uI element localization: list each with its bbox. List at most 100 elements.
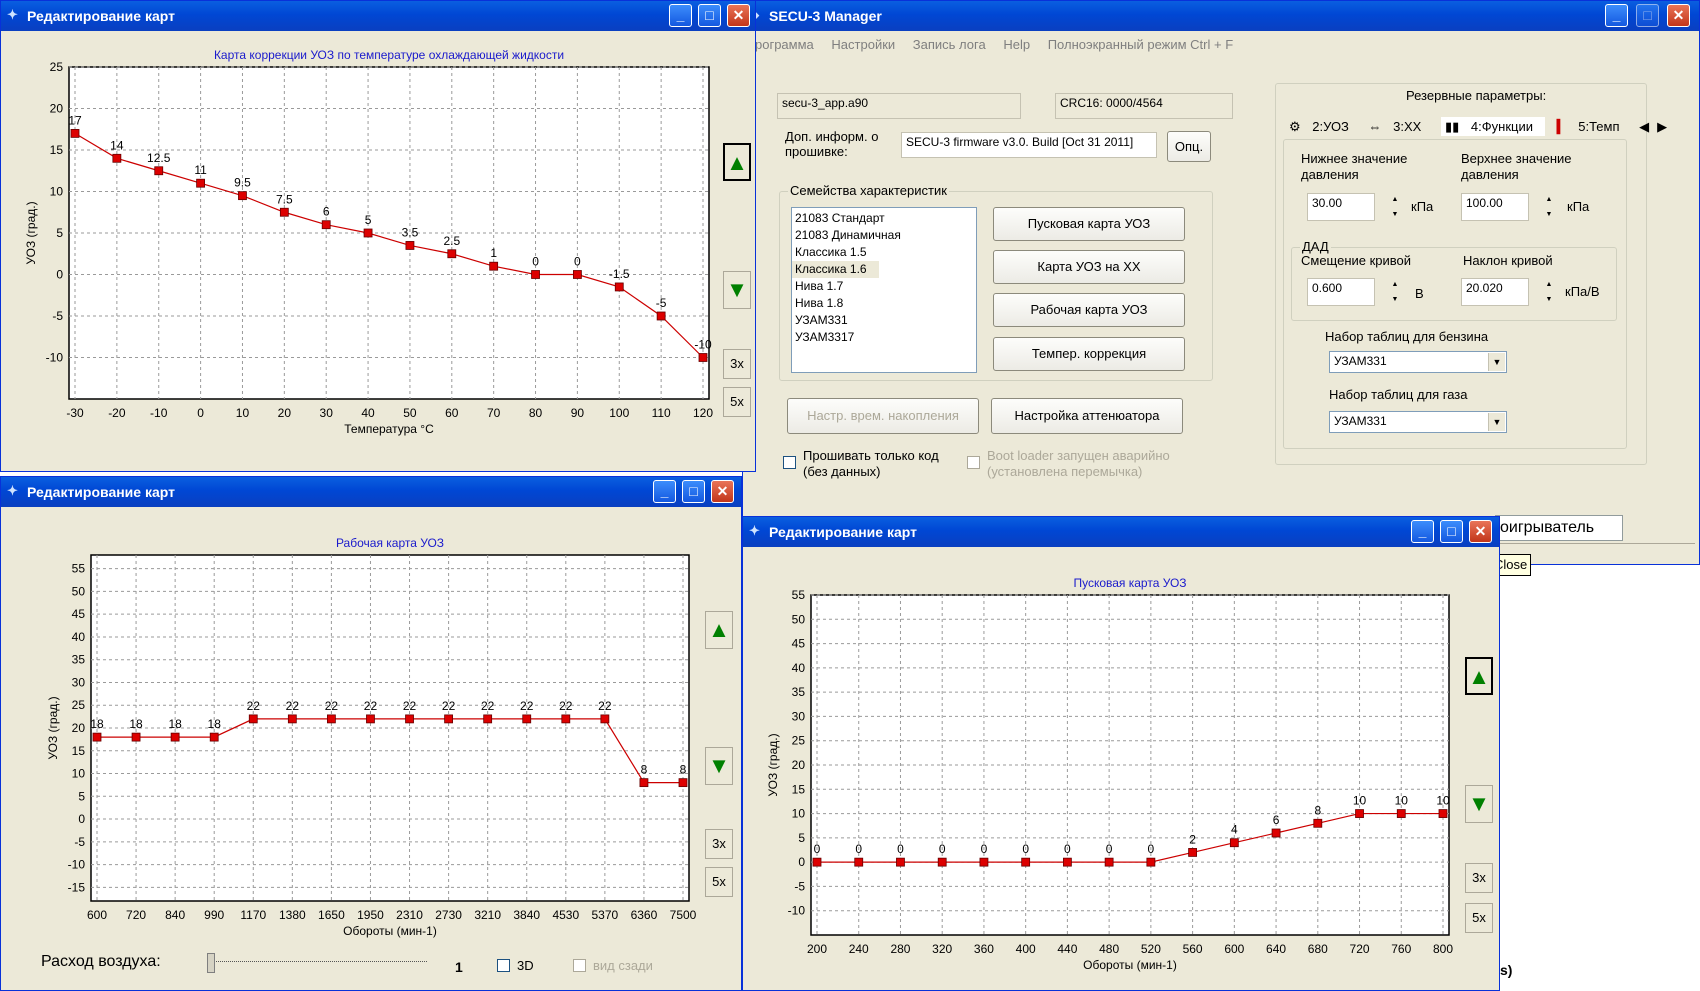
temp-correction-button[interactable]: Темпер. коррекция [993, 337, 1185, 371]
editor-title-bar[interactable]: ✦ Редактирование карт _ □ ✕ [743, 517, 1499, 547]
tab-temperature[interactable]: ▍ 5:Темп [1557, 119, 1628, 134]
curve-slope-input[interactable]: 20.020 [1461, 278, 1529, 306]
dropdown-arrow-icon[interactable]: ▼ [1488, 413, 1505, 431]
dropdown-arrow-icon[interactable]: ▼ [1488, 353, 1505, 371]
flash-code-only-checkbox[interactable] [783, 456, 796, 469]
rear-view-label: вид сзади [593, 958, 653, 973]
petrol-tables-select[interactable]: УЗАМ331 ▼ [1329, 351, 1507, 373]
temp-correction-chart[interactable]: Карта коррекции УОЗ по температуре охлаж… [7, 45, 723, 457]
decrease-button[interactable]: ▼ [1465, 785, 1493, 823]
spin-up-icon[interactable]: ▲ [1385, 192, 1405, 207]
start-map-button[interactable]: Пусковая карта УОЗ [993, 207, 1185, 241]
lower-pressure-spin[interactable]: ▲ ▼ [1385, 192, 1405, 222]
idle-map-button[interactable]: Карта УОЗ на ХХ [993, 250, 1185, 284]
menu-program[interactable]: рограмма [755, 37, 814, 52]
close-button[interactable]: ✕ [1667, 4, 1690, 27]
editor-title-bar[interactable]: ✦ Редактирование карт _ □ ✕ [1, 1, 755, 31]
menu-bar: рограмма Настройки Запись лога Help Полн… [755, 37, 1247, 52]
slider-thumb[interactable] [207, 953, 215, 973]
bootloader-checkbox[interactable] [967, 456, 980, 469]
spin-down-icon[interactable]: ▼ [1385, 292, 1405, 307]
upper-pressure-spin[interactable]: ▲ ▼ [1539, 192, 1559, 222]
close-button[interactable]: ✕ [727, 4, 750, 27]
work-map-button[interactable]: Рабочая карта УОЗ [993, 293, 1185, 327]
data-point [1021, 857, 1031, 867]
spin-up-icon[interactable]: ▲ [1539, 192, 1559, 207]
tab-functions[interactable]: ▮▮ 4:Функции [1440, 117, 1545, 136]
tab-idle[interactable]: ⇔ 3:ХХ [1369, 119, 1430, 134]
tab-ignition[interactable]: ⚙ 2:УОЗ [1289, 119, 1357, 134]
family-item[interactable]: Нива 1.7 [792, 278, 976, 295]
maximize-button[interactable]: □ [1636, 4, 1659, 27]
player-tab[interactable]: оигрыватель [1495, 515, 1623, 541]
close-button[interactable]: ✕ [1469, 520, 1492, 543]
firmware-info-field[interactable]: SECU-3 firmware v3.0. Build [Oct 31 2011… [901, 132, 1157, 158]
spin-up-icon[interactable]: ▲ [1385, 277, 1405, 292]
family-item[interactable]: УЗАМ331 [792, 312, 976, 329]
family-item-selected[interactable]: Классика 1.6 [792, 261, 879, 278]
lower-pressure-input[interactable]: 30.00 [1307, 193, 1375, 221]
menu-log[interactable]: Запись лога [913, 37, 986, 52]
multiply-3x-button[interactable]: 3x [1465, 863, 1493, 893]
family-item[interactable]: Классика 1.5 [792, 244, 976, 261]
families-list[interactable]: 21083 Стандарт 21083 Динамичная Классика… [791, 207, 977, 373]
maximize-button[interactable]: □ [1440, 520, 1463, 543]
family-item[interactable]: 21083 Динамичная [792, 227, 976, 244]
chart-area[interactable]: Рабочая карта УОЗ 55 50 45 40 35 30 25 20 15 10 5 0-… [7, 521, 703, 941]
gas-tables-select[interactable]: УЗАМ331 ▼ [1329, 411, 1507, 433]
secu-title-bar[interactable]: ◆ SECU-3 Manager _ □ ✕ [743, 1, 1699, 31]
menu-settings[interactable]: Настройки [831, 37, 895, 52]
family-item[interactable]: 21083 Стандарт [792, 210, 976, 227]
air-flow-slider[interactable] [207, 951, 427, 977]
x-tick-label: 20 [278, 406, 292, 420]
multiply-3x-button[interactable]: 3x [705, 829, 733, 859]
editor-title-bar[interactable]: ✦ Редактирование карт _ □ ✕ [1, 477, 741, 507]
tab-scroll-left-icon[interactable]: ◀ [1639, 119, 1649, 134]
spin-up-icon[interactable]: ▲ [1539, 277, 1559, 292]
curve-offset-spin[interactable]: ▲ ▼ [1385, 277, 1405, 307]
multiply-3x-button[interactable]: 3x [723, 349, 751, 379]
family-item[interactable]: УЗАМ3317 [792, 329, 976, 346]
view-3d-checkbox[interactable] [497, 959, 510, 972]
minimize-button[interactable]: _ [1411, 520, 1434, 543]
gas-tables-value: УЗАМ331 [1334, 414, 1387, 428]
curve-slope-spin[interactable]: ▲ ▼ [1539, 277, 1559, 307]
increase-button[interactable]: ▲ [723, 143, 751, 181]
multiply-5x-button[interactable]: 5x [1465, 903, 1493, 933]
family-item[interactable]: Нива 1.8 [792, 295, 976, 312]
upper-pressure-input[interactable]: 100.00 [1461, 193, 1529, 221]
curve-offset-input[interactable]: 0.600 [1307, 278, 1375, 306]
multiply-5x-button[interactable]: 5x [705, 867, 733, 897]
minimize-button[interactable]: _ [653, 480, 676, 503]
y-tick-label: 20 [792, 758, 806, 772]
x-tick-label: 1380 [279, 908, 306, 922]
attenuator-button[interactable]: Настройка аттенюатора [991, 398, 1183, 434]
decrease-button[interactable]: ▼ [723, 271, 751, 309]
spin-down-icon[interactable]: ▼ [1539, 207, 1559, 222]
x-tick-label: 480 [1099, 942, 1119, 956]
minimize-button[interactable]: _ [669, 4, 692, 27]
chart-area[interactable]: Пусковая карта УОЗ 55 50 45 40 35 30 25 20 15 10 5 0… [749, 561, 1459, 981]
increase-button[interactable]: ▲ [705, 611, 733, 649]
data-point [531, 270, 540, 279]
multiply-5x-button[interactable]: 5x [723, 387, 751, 417]
start-map-chart[interactable]: Пусковая карта УОЗ5550454035302520151050… [749, 561, 1459, 981]
menu-fullscreen[interactable]: Полноэкранный режим Ctrl + F [1048, 37, 1233, 52]
spin-down-icon[interactable]: ▼ [1539, 292, 1559, 307]
data-label: 0 [1106, 842, 1113, 856]
close-button[interactable]: ✕ [711, 480, 734, 503]
increase-button[interactable]: ▲ [1465, 657, 1493, 695]
minimize-button[interactable]: _ [1605, 4, 1628, 27]
options-button[interactable]: Опц. [1167, 131, 1211, 162]
menu-help[interactable]: Help [1003, 37, 1030, 52]
maximize-button[interactable]: □ [682, 480, 705, 503]
chart-area[interactable]: Карта коррекции УОЗ по температуре охлаж… [7, 45, 723, 457]
spin-down-icon[interactable]: ▼ [1385, 207, 1405, 222]
tab-scroll-right-icon[interactable]: ▶ [1657, 119, 1667, 134]
y-tick-label: -10 [46, 351, 64, 365]
maximize-button[interactable]: □ [698, 4, 721, 27]
work-map-chart[interactable]: Рабочая карта УОЗ5550454035302520151050-… [7, 521, 703, 941]
rear-view-checkbox[interactable] [573, 959, 586, 972]
accumulation-time-button[interactable]: Настр. врем. накопления [787, 398, 979, 434]
decrease-button[interactable]: ▼ [705, 747, 733, 785]
